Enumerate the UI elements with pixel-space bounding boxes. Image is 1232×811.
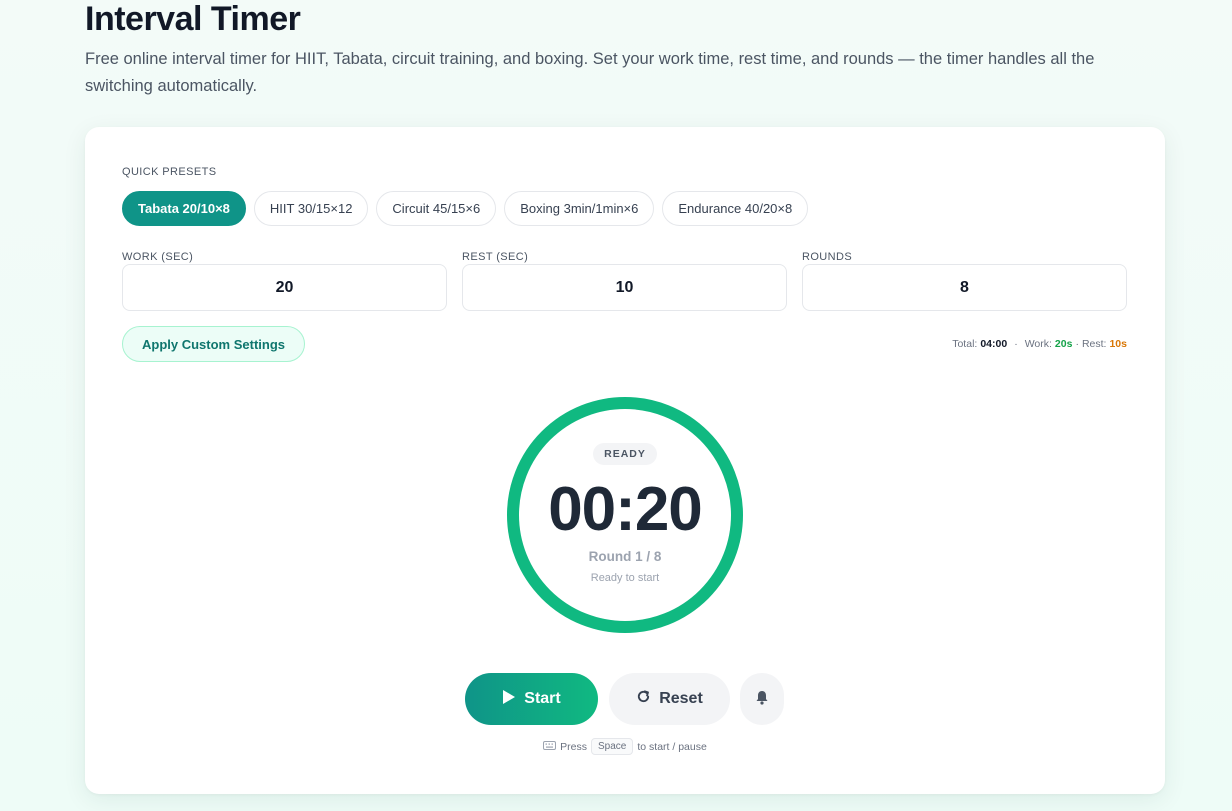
preset-hiit[interactable]: HIIT 30/15×12 — [253, 191, 369, 226]
page-title: Interval Timer — [85, 0, 301, 38]
status-badge: READY — [593, 443, 657, 465]
rounds-label: ROUNDS — [802, 251, 853, 263]
time-display: 00:20 — [548, 475, 703, 544]
refresh-icon — [636, 689, 651, 709]
round-counter: Round 1 / 8 — [588, 549, 662, 564]
work-summary-label: Work: — [1024, 338, 1052, 350]
keyboard-hint: Press Space to start / pause — [85, 738, 1165, 755]
keyboard-icon — [543, 740, 557, 753]
apply-settings-button[interactable]: Apply Custom Settings — [122, 326, 306, 362]
rest-label: REST (SEC) — [462, 251, 529, 263]
bell-icon — [755, 690, 769, 708]
rounds-input[interactable] — [802, 264, 1127, 311]
reset-label: Reset — [659, 690, 703, 707]
preset-tabata[interactable]: Tabata 20/10×8 — [122, 191, 246, 226]
preset-circuit[interactable]: Circuit 45/15×6 — [376, 191, 497, 226]
play-icon — [502, 689, 516, 710]
total-value: 04:00 — [980, 338, 1008, 350]
hint-prefix: Press — [560, 740, 587, 753]
reset-button[interactable]: Reset — [609, 673, 730, 725]
start-button[interactable]: Start — [465, 673, 598, 725]
space-key: Space — [591, 738, 634, 755]
hint-suffix: to start / pause — [637, 740, 707, 753]
preset-endurance[interactable]: Endurance 40/20×8 — [662, 191, 809, 226]
page-description: Free online interval timer for HIIT, Tab… — [85, 50, 1095, 95]
total-label: Total: — [952, 338, 978, 350]
timer-subtext: Ready to start — [590, 572, 660, 584]
preset-boxing[interactable]: Boxing 3min/1min×6 — [504, 191, 655, 226]
preset-list: Tabata 20/10×8 HIIT 30/15×12 Circuit 45/… — [122, 191, 809, 226]
timer-ring: READY 00:20 Round 1 / 8 Ready to start — [506, 396, 744, 634]
start-label: Start — [524, 690, 561, 707]
summary-separator: · — [1014, 338, 1018, 350]
summary-separator-2: · — [1075, 338, 1079, 350]
rest-summary-label: Rest: — [1081, 338, 1107, 350]
rest-input[interactable] — [462, 264, 787, 311]
timer-card: QUICK PRESETS Tabata 20/10×8 HIIT 30/15×… — [85, 127, 1165, 794]
work-input[interactable] — [122, 264, 447, 311]
presets-label: QUICK PRESETS — [122, 166, 217, 178]
work-summary-value: 20s — [1054, 338, 1073, 350]
sound-toggle-button[interactable] — [740, 673, 784, 725]
rest-summary-value: 10s — [1109, 338, 1127, 350]
session-summary: Total: 04:00 · Work: 20s · Rest: 10s — [952, 338, 1127, 350]
work-label: WORK (SEC) — [122, 251, 194, 263]
